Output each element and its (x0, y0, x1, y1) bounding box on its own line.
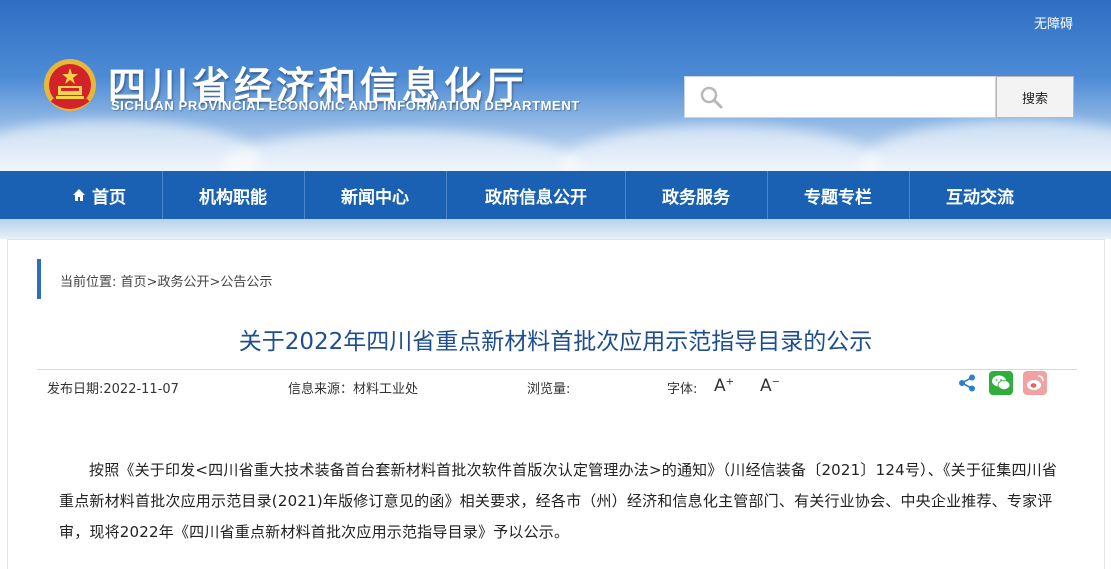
info-source: 信息来源：材料工业处 (288, 378, 418, 397)
nav-item-label: 首页 (92, 187, 126, 208)
nav-item-gov-info[interactable]: 政府信息公开 (446, 171, 626, 219)
nav-item-home[interactable]: 首页 (28, 171, 170, 219)
nav-item-news[interactable]: 新闻中心 (304, 171, 446, 219)
breadcrumb-gov-affairs[interactable]: 政务公开 (157, 275, 209, 290)
nav-item-label: 互动交流 (946, 187, 1014, 208)
article-body: 按照《关于印发<四川省重大技术装备首台套新材料首批次软件首版次认定管理办法>的通… (59, 461, 1058, 541)
breadcrumb-separator: > (209, 275, 221, 290)
search-box[interactable] (684, 76, 996, 118)
article-title: 关于2022年四川省重点新材料首批次应用示范指导目录的公示 (238, 329, 873, 355)
nav-item-label: 政府信息公开 (485, 187, 587, 208)
breadcrumb-announcements[interactable]: 公告公示 (220, 275, 272, 290)
breadcrumb-marker (37, 259, 41, 299)
font-decrease-button[interactable]: A− (760, 376, 780, 396)
view-count: 浏览量: (527, 382, 571, 397)
nav-item-label: 专题专栏 (804, 187, 872, 208)
site-subtitle: SICHUAN PROVINCIAL ECONOMIC AND INFORMAT… (111, 98, 580, 113)
nav-item-label: 新闻中心 (341, 187, 409, 208)
weibo-icon[interactable] (1023, 371, 1047, 395)
national-emblem-icon (44, 59, 96, 111)
wechat-icon[interactable] (989, 371, 1013, 395)
nav-shadow (0, 219, 1111, 239)
header-cloud (220, 130, 580, 171)
font-decrease-label: A (760, 376, 772, 396)
font-increase-button[interactable]: A+ (714, 376, 734, 396)
font-size-label: 字体: (667, 382, 698, 397)
nav-item-interaction[interactable]: 互动交流 (909, 171, 1051, 219)
breadcrumb-home[interactable]: 首页 (121, 275, 147, 290)
home-icon (73, 189, 85, 201)
breadcrumb-prefix: 当前位置: (60, 275, 121, 290)
nav-item-topics[interactable]: 专题专栏 (767, 171, 909, 219)
nav-item-services[interactable]: 政务服务 (625, 171, 767, 219)
publish-date-label: 发布日期: (47, 382, 104, 397)
publish-date: 发布日期:2022-11-07 (47, 378, 179, 397)
accessibility-link[interactable]: 无障碍 (1034, 13, 1073, 32)
info-source-label: 信息来源： (288, 382, 354, 397)
breadcrumb-separator: > (146, 275, 158, 290)
publish-date-value: 2022-11-07 (103, 382, 179, 397)
share-icon[interactable] (958, 374, 976, 392)
nav-item-institution[interactable]: 机构职能 (162, 171, 304, 219)
main-nav: 首页 机构职能 新闻中心 政府信息公开 政务服务 专题专栏 互动交流 (0, 171, 1111, 219)
meta-divider (37, 369, 1077, 370)
header-cloud (560, 125, 880, 171)
breadcrumb: 当前位置: 首页>政务公开>公告公示 (60, 271, 272, 290)
header-cloud (860, 120, 1111, 171)
info-source-value: 材料工业处 (353, 382, 419, 397)
search-button[interactable]: 搜索 (996, 76, 1074, 118)
font-increase-label: A (714, 376, 726, 396)
nav-item-label: 机构职能 (199, 187, 267, 208)
nav-item-label: 政务服务 (662, 187, 730, 208)
site-header: 无障碍 四川省经济和信息化厅 SICHUAN PROVINCIAL ECONOM… (0, 0, 1111, 171)
search-icon (700, 86, 723, 109)
search-input[interactable] (731, 81, 985, 115)
